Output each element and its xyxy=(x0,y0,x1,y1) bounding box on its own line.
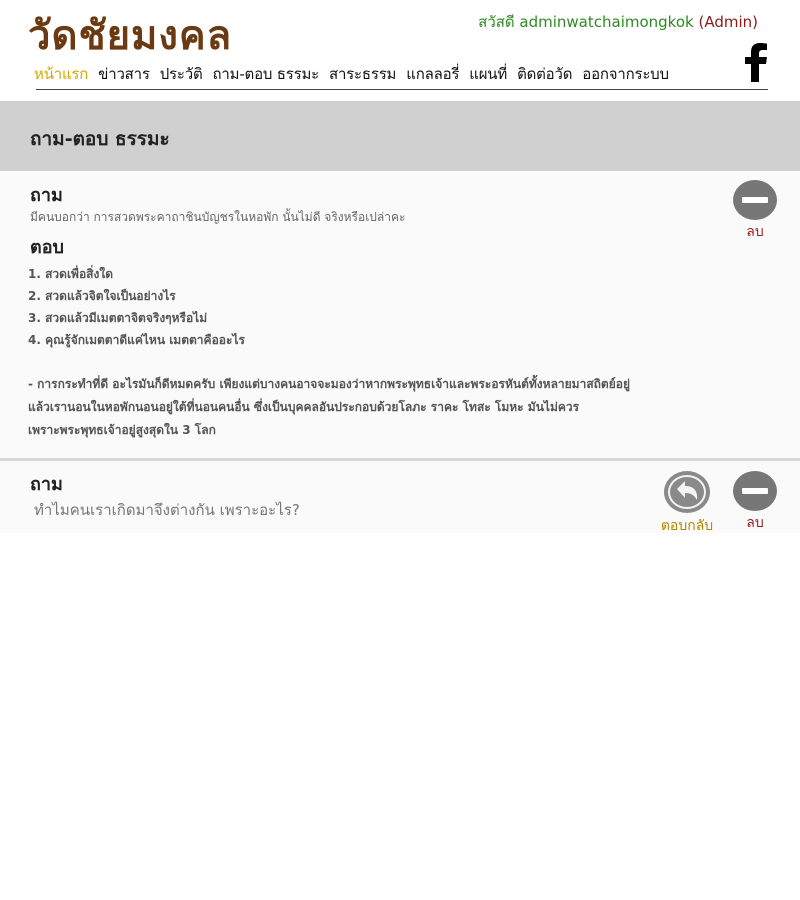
answer-body-line: - การกระทำที่ดี อะไรมันก็ดีหมดครับ เพียง… xyxy=(28,377,630,391)
answer-line: 3. สวดแล้วมีเมตตาจิตจริงๆหรือไม่ xyxy=(28,311,208,325)
main-nav: หน้าแรก ข่าวสาร ประวัติ ถาม-ตอบ ธรรมะ สา… xyxy=(34,63,669,87)
nav-item-logout[interactable]: ออกจากระบบ xyxy=(582,63,669,87)
user-greeting: สวัสดี adminwatchaimongkok (Admin) xyxy=(478,10,758,34)
nav-item-dhamma-articles[interactable]: สาระธรรม xyxy=(329,63,396,87)
minus-circle-icon[interactable] xyxy=(733,180,777,220)
greeting-text: สวัสดี adminwatchaimongkok xyxy=(478,13,694,31)
nav-item-map[interactable]: แผนที่ xyxy=(469,63,507,87)
site-header: วัดชัยมงคล สวัสดี adminwatchaimongkok (A… xyxy=(0,0,800,100)
reply-arrow-icon[interactable] xyxy=(663,470,711,514)
answer-body-line: แล้วเรานอนในหอพักนอนอยู่ใต้ที่นอนคนอื่น … xyxy=(28,400,580,414)
nav-item-news[interactable]: ข่าวสาร xyxy=(98,63,150,87)
user-role: (Admin) xyxy=(698,13,758,31)
delete-button[interactable]: ลบ xyxy=(733,180,777,243)
question-heading: ถาม xyxy=(30,474,63,495)
delete-label[interactable]: ลบ xyxy=(733,221,777,243)
qa-item: ถาม ทำไมคนเราเกิดมาจึงต่างกัน เพราะอะไร?… xyxy=(0,461,800,534)
question-text: มีคนบอกว่า การสวดพระคาถาชินบัญชรในหอพัก … xyxy=(30,210,406,224)
answer-heading: ตอบ xyxy=(30,237,64,258)
reply-label[interactable]: ตอบกลับ xyxy=(656,515,718,537)
facebook-icon[interactable] xyxy=(738,42,772,82)
reply-button[interactable]: ตอบกลับ xyxy=(656,470,718,537)
answer-line: 4. คุณรู้จักเมตตาดีแค่ไหน เมตตาคืออะไร xyxy=(28,333,245,347)
nav-item-gallery[interactable]: แกลลอรี่ xyxy=(406,63,459,87)
nav-divider xyxy=(36,89,768,90)
delete-label[interactable]: ลบ xyxy=(733,512,777,534)
nav-item-home[interactable]: หน้าแรก xyxy=(34,63,88,87)
question-text: ทำไมคนเราเกิดมาจึงต่างกัน เพราะอะไร? xyxy=(34,501,300,519)
answer-line: 1. สวดเพื่อสิ่งใด xyxy=(28,267,113,281)
question-heading: ถาม xyxy=(30,185,63,206)
nav-item-contact[interactable]: ติดต่อวัด xyxy=(517,63,572,87)
minus-circle-icon[interactable] xyxy=(733,471,777,511)
qa-item: ถาม มีคนบอกว่า การสวดพระคาถาชินบัญชรในหอ… xyxy=(0,172,800,457)
nav-item-history[interactable]: ประวัติ xyxy=(160,63,203,87)
delete-button[interactable]: ลบ xyxy=(733,471,777,534)
page-title-band: ถาม-ตอบ ธรรมะ xyxy=(0,101,800,171)
page-title: ถาม-ตอบ ธรรมะ xyxy=(30,128,170,150)
site-title[interactable]: วัดชัยมงคล xyxy=(28,10,232,62)
answer-body-line: เพราะพระพุทธเจ้าอยู่สูงสุดใน 3 โลก xyxy=(28,423,216,437)
answer-line: 2. สวดแล้วจิตใจเป็นอย่างไร xyxy=(28,289,176,303)
nav-item-dhamma-qa[interactable]: ถาม-ตอบ ธรรมะ xyxy=(213,63,320,87)
